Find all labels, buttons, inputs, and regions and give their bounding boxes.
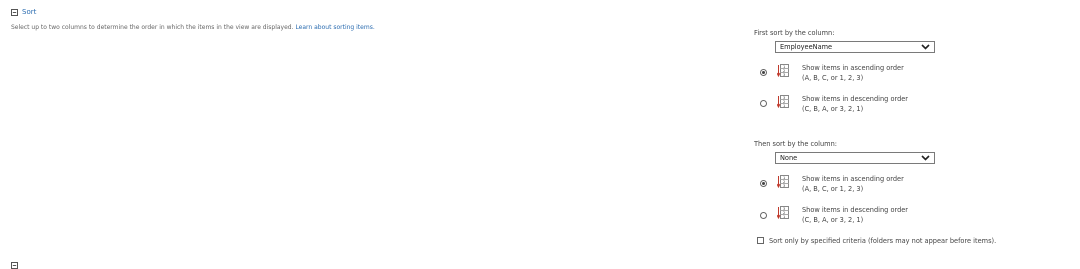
second-ascending-line2: (A, B, C, or 1, 2, 3) — [802, 185, 864, 193]
first-sort-descending-radio[interactable] — [760, 100, 767, 107]
sort-description: Select up to two columns to determine th… — [11, 24, 375, 31]
first-ascending-text: Show items in ascending order (A, B, C, … — [802, 63, 904, 83]
first-descending-line1: Show items in descending order — [802, 95, 909, 103]
svg-text:3: 3 — [783, 184, 785, 188]
collapse-minus-icon[interactable] — [11, 8, 18, 16]
first-descending-line2: (C, B, A, or 3, 2, 1) — [802, 105, 864, 113]
second-sort-descending-radio[interactable] — [760, 212, 767, 219]
second-descending-line2: (C, B, A, or 3, 2, 1) — [802, 216, 864, 224]
second-sort-selected-value: None — [780, 154, 798, 162]
sort-section-header[interactable]: Sort — [11, 8, 36, 16]
first-descending-text: Show items in descending order (C, B, A,… — [802, 94, 908, 114]
second-sort-ascending-radio[interactable] — [760, 180, 767, 187]
second-sort-label: Then sort by the column: — [754, 140, 837, 148]
sort-only-specified-checkbox[interactable] — [757, 237, 764, 244]
first-ascending-line2: (A, B, C, or 1, 2, 3) — [802, 74, 864, 82]
sort-ascending-icon: 1 2 3 — [777, 64, 789, 77]
svg-text:3: 3 — [783, 73, 785, 77]
first-sort-column-select[interactable]: EmployeeName — [775, 41, 935, 53]
sort-section-title[interactable]: Sort — [22, 8, 36, 16]
learn-about-sorting-link[interactable]: Learn about sorting items. — [295, 24, 374, 31]
second-ascending-text: Show items in ascending order (A, B, C, … — [802, 174, 904, 194]
first-sort-label: First sort by the column: — [754, 29, 835, 37]
first-sort-ascending-radio[interactable] — [760, 69, 767, 76]
second-descending-line1: Show items in descending order — [802, 206, 909, 214]
sort-only-specified-label: Sort only by specified criteria (folders… — [769, 237, 997, 245]
collapse-minus-icon[interactable] — [11, 262, 18, 269]
chevron-down-icon — [921, 155, 930, 161]
sort-descending-icon: 3 2 1 — [777, 95, 789, 108]
sort-description-text: Select up to two columns to determine th… — [11, 24, 294, 31]
second-descending-text: Show items in descending order (C, B, A,… — [802, 205, 908, 225]
svg-text:1: 1 — [783, 104, 785, 108]
second-sort-column-select[interactable]: None — [775, 152, 935, 164]
chevron-down-icon — [921, 44, 930, 50]
sort-descending-icon: 3 2 1 — [777, 206, 789, 219]
svg-text:1: 1 — [783, 215, 785, 219]
first-sort-selected-value: EmployeeName — [780, 43, 833, 51]
sort-ascending-icon: 1 2 3 — [777, 175, 789, 188]
next-section-header[interactable] — [11, 262, 18, 269]
second-ascending-line1: Show items in ascending order — [802, 175, 904, 183]
first-ascending-line1: Show items in ascending order — [802, 64, 904, 72]
